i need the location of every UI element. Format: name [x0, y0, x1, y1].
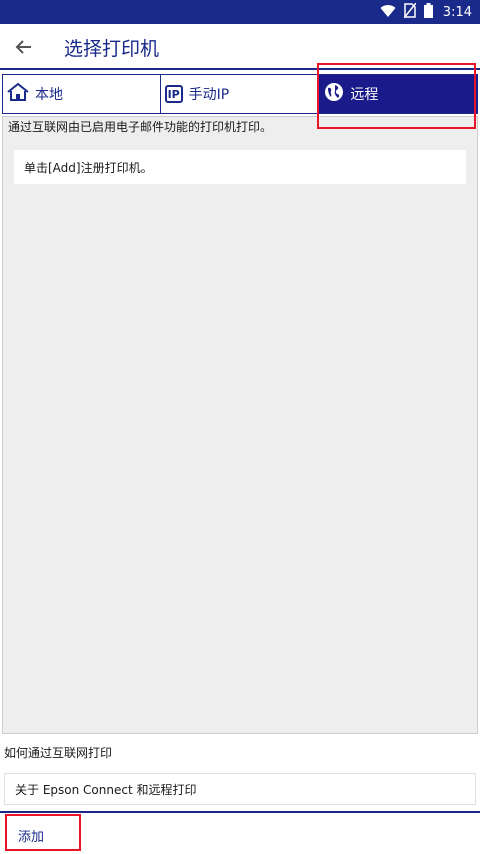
clock: 3:14 [442, 4, 472, 20]
arrow-left-icon [15, 40, 31, 54]
tab-bar: 本地 IP 手动IP 远程 [2, 74, 479, 116]
tab-remote-label: 远程 [350, 87, 379, 103]
tab-local-label: 本地 [35, 87, 63, 103]
tab-local[interactable]: 本地 [2, 74, 161, 114]
home-icon [7, 82, 29, 106]
add-button[interactable]: 添加 [18, 826, 44, 845]
epson-connect-link-label: 关于 Epson Connect 和远程打印 [15, 782, 197, 797]
wifi-icon [380, 3, 396, 22]
tab-remote[interactable]: 远程 [318, 74, 479, 114]
status-bar: 3:14 [0, 0, 480, 24]
bottom-bar: 添加 [0, 811, 480, 854]
no-sim-icon [403, 2, 417, 22]
register-prompt-card: 单击[Add]注册打印机。 [14, 150, 466, 184]
app-bar: 选择打印机 [0, 24, 480, 70]
epson-connect-link[interactable]: 关于 Epson Connect 和远程打印 [4, 773, 476, 805]
back-button[interactable] [12, 35, 36, 59]
register-prompt-text: 单击[Add]注册打印机。 [24, 160, 153, 175]
globe-icon [324, 82, 344, 106]
ip-icon: IP [164, 85, 183, 103]
battery-icon [423, 2, 433, 22]
status-icons: 3:14 [380, 0, 472, 24]
tab-manual-ip[interactable]: IP 手动IP [160, 74, 319, 114]
remote-description: 通过互联网由已启用电子邮件功能的打印机打印。 [8, 120, 273, 134]
tab-manual-ip-label: 手动IP [188, 87, 230, 103]
page-title: 选择打印机 [64, 38, 160, 60]
printer-list-panel [2, 116, 478, 734]
help-heading: 如何通过互联网打印 [4, 746, 113, 760]
